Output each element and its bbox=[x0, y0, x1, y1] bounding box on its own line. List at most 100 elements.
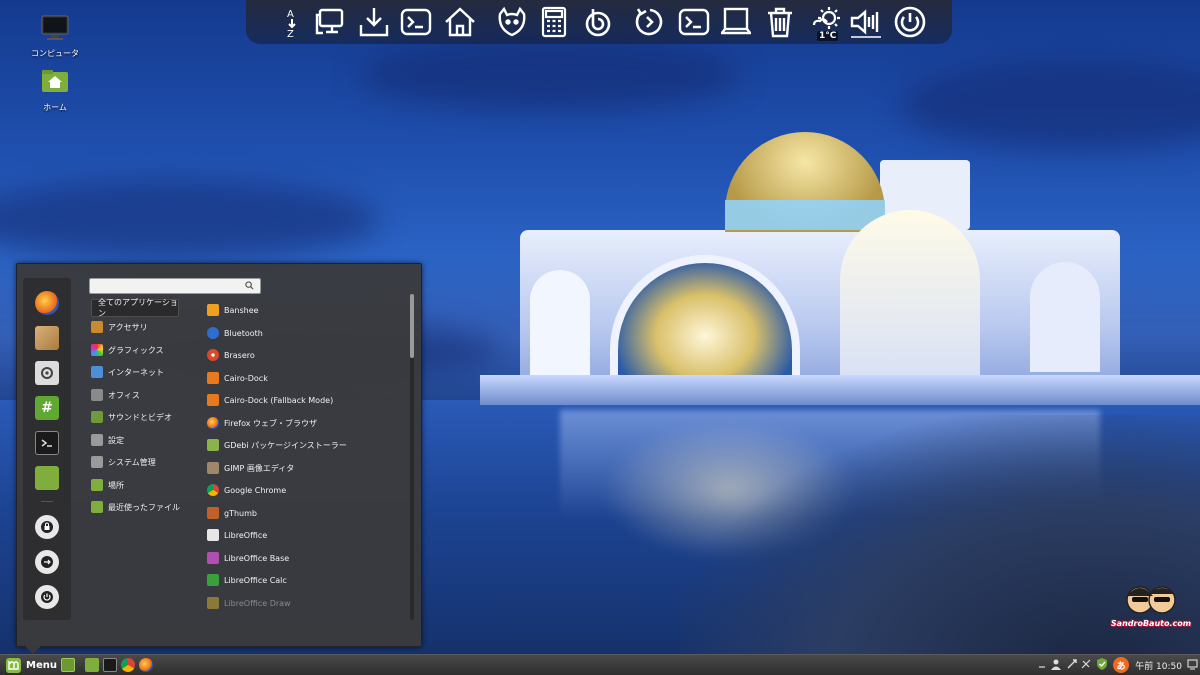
network-icon[interactable] bbox=[1066, 658, 1078, 670]
watermark-logo: SandroBauto.com bbox=[1110, 578, 1192, 632]
calculator-icon[interactable] bbox=[536, 4, 572, 40]
user-icon[interactable] bbox=[1050, 658, 1062, 670]
category-recent-files[interactable]: 最近使ったファイル bbox=[91, 498, 201, 516]
top-dock: AZ 1°C bbox=[246, 0, 952, 44]
home-folder-icon bbox=[42, 70, 68, 92]
cat-icon[interactable] bbox=[494, 4, 530, 40]
app-google-chrome[interactable]: Google Chrome bbox=[207, 481, 397, 499]
app-bluetooth[interactable]: Bluetooth bbox=[207, 324, 397, 342]
category-system-admin[interactable]: システム管理 bbox=[91, 453, 201, 471]
expand-tray-icon[interactable] bbox=[1036, 658, 1048, 670]
app-label: LibreOffice bbox=[224, 530, 268, 540]
category-accessories[interactable]: アクセサリ bbox=[91, 318, 201, 336]
sound-video-icon bbox=[91, 411, 103, 423]
app-gthumb[interactable]: gThumb bbox=[207, 504, 397, 522]
svg-text:Z: Z bbox=[287, 29, 294, 39]
app-label: Google Chrome bbox=[224, 485, 287, 495]
app-libreoffice[interactable]: LibreOffice bbox=[207, 526, 397, 544]
files-icon[interactable] bbox=[85, 658, 99, 672]
chrome-icon bbox=[207, 484, 219, 496]
app-libreoffice-calc[interactable]: LibreOffice Calc bbox=[207, 571, 397, 589]
app-libreoffice-base[interactable]: LibreOffice Base bbox=[207, 549, 397, 567]
desktop-icon-computer[interactable]: コンピュータ bbox=[25, 12, 85, 59]
app-cairo-dock[interactable]: Cairo-Dock bbox=[207, 369, 397, 387]
app-label: Banshee bbox=[224, 305, 259, 315]
application-menu: # 全てのアプリケーション アクセサリ グラフィックス インターネット オフィス… bbox=[16, 263, 422, 654]
shutdown-icon[interactable] bbox=[35, 585, 59, 609]
app-brasero[interactable]: Brasero bbox=[207, 346, 397, 364]
window-icon[interactable] bbox=[718, 4, 754, 40]
brasero-icon bbox=[207, 349, 219, 361]
display-icon[interactable] bbox=[314, 4, 350, 40]
app-gdebi[interactable]: GDebi パッケージインストーラー bbox=[207, 436, 397, 454]
category-all-applications[interactable]: 全てのアプリケーション bbox=[91, 298, 179, 318]
firefox-icon[interactable] bbox=[139, 658, 153, 672]
app-label: LibreOffice Base bbox=[224, 553, 290, 563]
chrome-icon[interactable] bbox=[121, 658, 135, 672]
category-sound-video[interactable]: サウンドとビデオ bbox=[91, 408, 201, 426]
category-label: アクセサリ bbox=[108, 322, 148, 332]
menu-button[interactable]: Menu bbox=[2, 657, 61, 674]
category-label: グラフィックス bbox=[108, 345, 164, 355]
update-icon[interactable] bbox=[632, 4, 668, 40]
category-label: 設定 bbox=[108, 435, 124, 445]
category-label: 最近使ったファイル bbox=[108, 502, 180, 512]
app-gimp[interactable]: GIMP 画像エディタ bbox=[207, 459, 397, 477]
hash-icon[interactable]: # bbox=[35, 396, 59, 420]
folder-recent-icon bbox=[91, 501, 103, 513]
graphics-icon bbox=[91, 344, 103, 356]
terminal-icon[interactable] bbox=[35, 431, 59, 455]
terminal-icon[interactable] bbox=[676, 4, 712, 40]
category-settings[interactable]: 設定 bbox=[91, 431, 201, 449]
power-icon[interactable] bbox=[892, 4, 928, 40]
lock-icon[interactable] bbox=[35, 515, 59, 539]
libreoffice-calc-icon bbox=[207, 574, 219, 586]
category-office[interactable]: オフィス bbox=[91, 386, 201, 404]
home-icon[interactable] bbox=[442, 4, 478, 40]
app-libreoffice-draw[interactable]: LibreOffice Draw bbox=[207, 594, 397, 612]
trash-icon[interactable] bbox=[762, 4, 798, 40]
category-label: システム管理 bbox=[108, 457, 156, 467]
favorites-separator bbox=[41, 501, 53, 502]
firefox-icon[interactable] bbox=[35, 291, 59, 315]
terminal-icon[interactable] bbox=[398, 4, 434, 40]
logout-icon[interactable] bbox=[35, 550, 59, 574]
download-icon[interactable] bbox=[356, 4, 392, 40]
update-icon[interactable] bbox=[1080, 658, 1092, 670]
app-label: Brasero bbox=[224, 350, 255, 360]
svg-text:A: A bbox=[287, 9, 294, 20]
show-desktop-icon[interactable] bbox=[61, 658, 75, 672]
computer-icon bbox=[41, 15, 69, 40]
libreoffice-icon bbox=[207, 529, 219, 541]
app-label: LibreOffice Draw bbox=[224, 598, 291, 608]
mint-logo-icon bbox=[6, 658, 21, 673]
scrollbar-thumb[interactable] bbox=[410, 294, 414, 358]
category-graphics[interactable]: グラフィックス bbox=[91, 341, 201, 359]
notifications-icon[interactable] bbox=[1187, 658, 1198, 670]
app-label: Cairo-Dock (Fallback Mode) bbox=[224, 395, 334, 405]
terminal-icon[interactable] bbox=[103, 658, 117, 672]
input-method-icon[interactable]: あ bbox=[1113, 657, 1129, 673]
app-cairo-dock-fallback[interactable]: Cairo-Dock (Fallback Mode) bbox=[207, 391, 397, 409]
files-icon[interactable] bbox=[35, 466, 59, 490]
weather-temperature: 1°C bbox=[817, 31, 839, 41]
system-settings-icon[interactable] bbox=[35, 361, 59, 385]
app-list-scrollbar[interactable] bbox=[410, 294, 414, 620]
desktop-icon-home[interactable]: ホーム bbox=[25, 66, 85, 113]
category-places[interactable]: 場所 bbox=[91, 476, 201, 494]
sort-icon[interactable]: AZ bbox=[274, 4, 310, 40]
shield-icon[interactable] bbox=[1095, 657, 1109, 671]
app-label: Bluetooth bbox=[224, 328, 263, 338]
app-label: GIMP 画像エディタ bbox=[224, 463, 295, 473]
settings-icon bbox=[91, 434, 103, 446]
app-firefox[interactable]: Firefox ウェブ・ブラウザ bbox=[207, 414, 397, 432]
libreoffice-draw-icon bbox=[207, 597, 219, 609]
banshee-icon[interactable] bbox=[580, 4, 616, 40]
category-internet[interactable]: インターネット bbox=[91, 363, 201, 381]
app-banshee[interactable]: Banshee bbox=[207, 301, 397, 319]
search-input[interactable] bbox=[89, 278, 261, 294]
app-label: gThumb bbox=[224, 508, 257, 518]
clock[interactable]: 午前 10:50 bbox=[1135, 659, 1182, 672]
software-manager-icon[interactable] bbox=[35, 326, 59, 350]
volume-icon[interactable] bbox=[848, 4, 884, 40]
